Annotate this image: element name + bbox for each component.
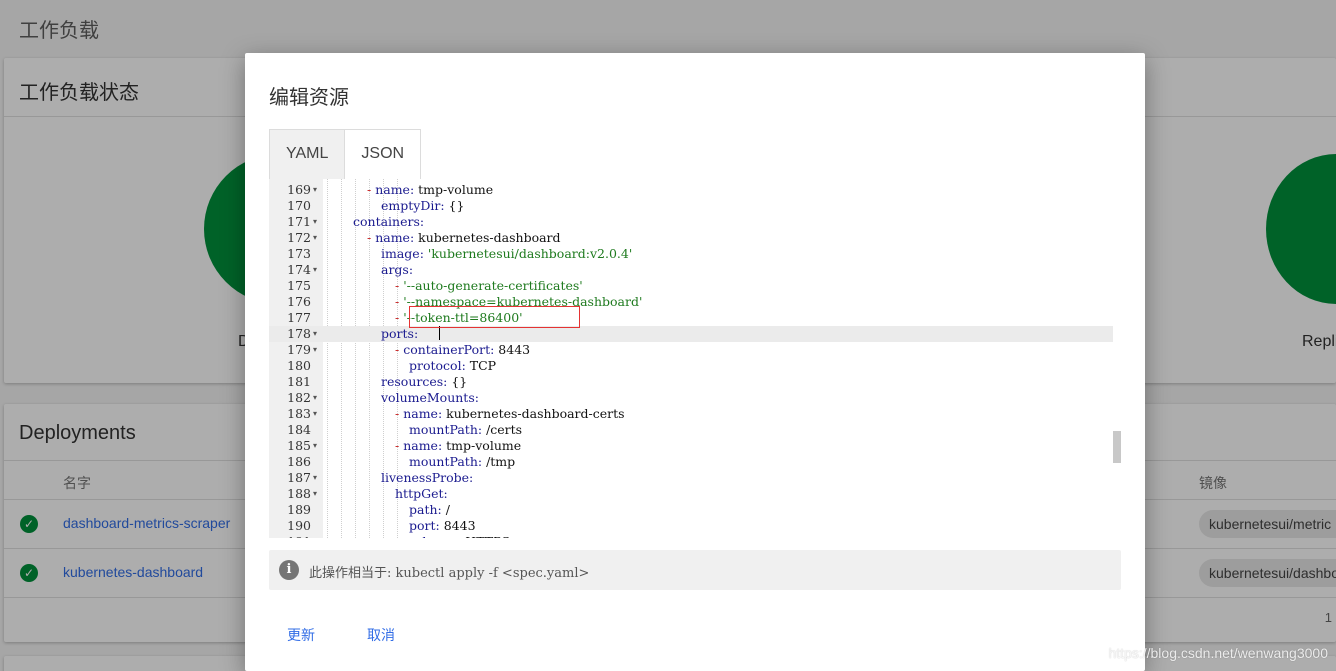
- line-number: 171: [287, 214, 311, 229]
- code-line: 191 scheme: HTTPS: [269, 534, 1113, 538]
- line-number: 172: [287, 230, 311, 245]
- code-line: 171 ▾ containers:: [269, 214, 1113, 230]
- code-line: 174 ▾ args:: [269, 262, 1113, 278]
- fold-arrow-icon[interactable]: ▾: [313, 342, 317, 358]
- code-text: - name: kubernetes-dashboard: [367, 230, 561, 245]
- code-text: scheme: HTTPS: [409, 534, 510, 538]
- code-text: volumeMounts:: [381, 390, 479, 405]
- code-line: 186 mountPath: /tmp: [269, 454, 1113, 470]
- code-line: 188 ▾ httpGet:: [269, 486, 1113, 502]
- dialog-title: 编辑资源: [269, 87, 349, 109]
- update-button[interactable]: 更新: [287, 625, 315, 645]
- fold-arrow-icon[interactable]: ▾: [313, 390, 317, 406]
- code-text: resources: {}: [381, 374, 468, 389]
- code-text: protocol: TCP: [409, 358, 497, 373]
- code-text: args:: [381, 262, 414, 277]
- line-number: 173: [287, 246, 311, 261]
- code-text: mountPath: /tmp: [409, 454, 516, 469]
- code-line: 190 port: 8443: [269, 518, 1113, 534]
- info-text: 此操作相当于: kubectl apply -f <spec.yaml>: [309, 566, 590, 581]
- vertical-scrollbar[interactable]: [1113, 431, 1121, 463]
- code-line: 176- '--namespace=kubernetes-dashboard': [269, 294, 1113, 310]
- code-line: 172 ▾ - name: kubernetes-dashboard: [269, 230, 1113, 246]
- line-number: 189: [287, 502, 311, 517]
- fold-arrow-icon[interactable]: ▾: [313, 438, 317, 454]
- code-line: 169 ▾ - name: tmp-volume: [269, 182, 1113, 198]
- line-number: 180: [287, 358, 311, 373]
- line-number: 183: [287, 406, 311, 421]
- fold-arrow-icon[interactable]: ▾: [313, 262, 317, 278]
- cancel-button[interactable]: 取消: [367, 625, 395, 645]
- info-bar: i 此操作相当于: kubectl apply -f <spec.yaml>: [269, 550, 1121, 590]
- line-number: 174: [287, 262, 311, 277]
- info-icon: i: [279, 560, 299, 580]
- code-text: image: 'kubernetesui/dashboard:v2.0.4': [381, 246, 633, 261]
- code-text: - name: kubernetes-dashboard-certs: [395, 406, 625, 421]
- code-editor[interactable]: 169 ▾ - name: tmp-volume 170 emptyDir: {} 171…: [269, 179, 1121, 538]
- code-line: 184 mountPath: /certs: [269, 422, 1113, 438]
- code-text: - containerPort: 8443: [395, 342, 531, 357]
- code-line: 187 ▾ livenessProbe:: [269, 470, 1113, 486]
- annotation-highlight-box: [409, 306, 580, 328]
- text-cursor: [439, 326, 440, 340]
- line-number: 186: [287, 454, 311, 469]
- code-text: ports:: [381, 326, 419, 341]
- line-number: 169: [287, 182, 311, 197]
- edit-resource-dialog: 编辑资源 YAML JSON 169 ▾ - name: tmp-volume 170…: [245, 53, 1145, 671]
- code-line: 179 ▾ - containerPort: 8443: [269, 342, 1113, 358]
- code-line: 175 - '--auto-generate-certificates': [269, 278, 1113, 294]
- code-text: - name: tmp-volume: [395, 438, 522, 453]
- code-text: - name: tmp-volume: [367, 182, 494, 197]
- code-text: livenessProbe:: [381, 470, 474, 485]
- line-number: 181: [287, 374, 311, 389]
- line-number: 179: [287, 342, 311, 357]
- line-number: 185: [287, 438, 311, 453]
- tab-yaml[interactable]: YAML: [269, 129, 346, 180]
- line-number: 177: [287, 310, 311, 325]
- code-line: 177- '--token-ttl=86400': [269, 310, 1113, 326]
- code-line: 185 ▾ - name: tmp-volume: [269, 438, 1113, 454]
- code-line: 173 image: 'kubernetesui/dashboard:v2.0.4…: [269, 246, 1113, 262]
- line-number: 176: [287, 294, 311, 309]
- fold-arrow-icon[interactable]: ▾: [313, 182, 317, 198]
- tab-json[interactable]: JSON: [345, 129, 422, 180]
- fold-arrow-icon[interactable]: ▾: [313, 470, 317, 486]
- line-number: 187: [287, 470, 311, 485]
- code-text: mountPath: /certs: [409, 422, 523, 437]
- code-line: 178 ▾ ports:: [269, 326, 1113, 342]
- code-text: - '--auto-generate-certificates': [395, 278, 583, 293]
- line-number: 190: [287, 518, 311, 533]
- code-line: 182 ▾ volumeMounts:: [269, 390, 1113, 406]
- line-number: 191: [269, 534, 311, 538]
- fold-arrow-icon[interactable]: ▾: [313, 230, 317, 246]
- line-number: 178: [287, 326, 311, 341]
- code-text: path: /: [409, 502, 450, 517]
- format-tabs: YAML JSON: [269, 129, 422, 180]
- code-text: containers:: [353, 214, 425, 229]
- line-number: 188: [287, 486, 311, 501]
- code-line: 180 protocol: TCP: [269, 358, 1113, 374]
- line-number: 175: [287, 278, 311, 293]
- fold-arrow-icon[interactable]: ▾: [313, 406, 317, 422]
- code-text: emptyDir: {}: [381, 198, 465, 213]
- code-text: httpGet:: [395, 486, 448, 501]
- line-number: 184: [287, 422, 311, 437]
- fold-arrow-icon[interactable]: ▾: [313, 214, 317, 230]
- watermark: https://blog.csdn.net/wenwang3000: [1108, 645, 1329, 661]
- code-line: 183 ▾ - name: kubernetes-dashboard-certs: [269, 406, 1113, 422]
- code-text: port: 8443: [409, 518, 476, 533]
- code-line: 170 emptyDir: {}: [269, 198, 1113, 214]
- line-number: 182: [287, 390, 311, 405]
- code-line: 181 resources: {}: [269, 374, 1113, 390]
- fold-arrow-icon[interactable]: ▾: [313, 326, 317, 342]
- line-number: 170: [287, 198, 311, 213]
- fold-arrow-icon[interactable]: ▾: [313, 486, 317, 502]
- code-line: 189 path: /: [269, 502, 1113, 518]
